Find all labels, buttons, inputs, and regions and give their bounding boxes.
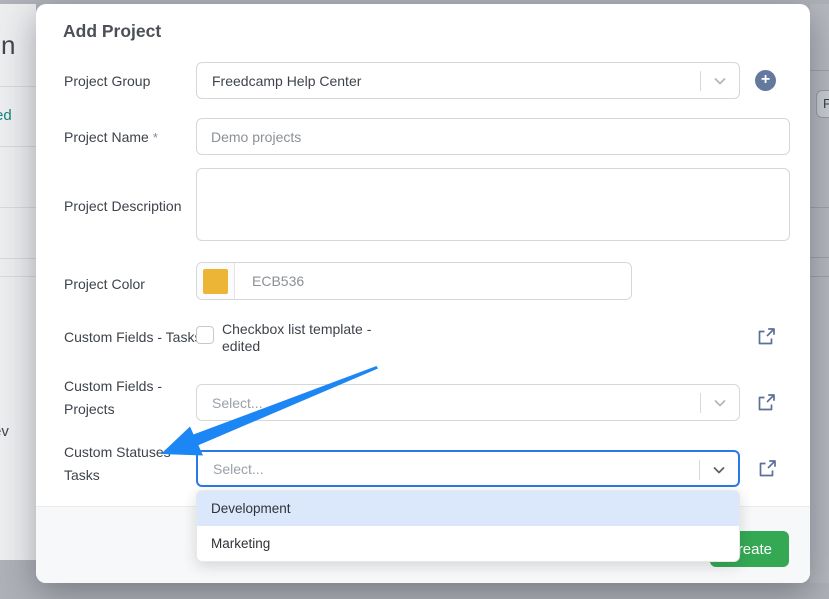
custom-statuses-dropdown: Development Marketing <box>196 490 740 562</box>
add-project-group-button[interactable]: + <box>755 70 776 91</box>
custom-statuses-tasks-external-link-icon[interactable] <box>757 459 777 479</box>
custom-fields-projects-label: Custom Fields - Projects <box>64 375 189 421</box>
background-heading-fragment: n <box>1 30 15 61</box>
plus-icon: + <box>761 72 770 88</box>
background-page-right: P <box>810 4 829 583</box>
custom-statuses-tasks-label: Custom Statuses - Tasks <box>64 441 204 487</box>
background-divider <box>810 70 829 71</box>
project-group-select[interactable]: Freedcamp Help Center <box>196 62 740 99</box>
project-color-value[interactable]: ECB536 <box>235 273 304 289</box>
project-description-label: Project Description <box>64 195 182 218</box>
project-description-textarea[interactable] <box>196 168 790 241</box>
background-divider <box>810 207 829 208</box>
background-button-fragment: P <box>816 90 829 118</box>
custom-fields-tasks-checkbox[interactable] <box>196 326 214 344</box>
dropdown-option-development[interactable]: Development <box>197 491 739 526</box>
color-swatch-cell[interactable] <box>197 263 235 299</box>
project-name-label: Project Name * <box>64 126 158 149</box>
custom-fields-projects-select[interactable]: Select... <box>196 384 740 421</box>
background-divider <box>810 276 829 277</box>
project-color-control: ECB536 <box>196 262 632 300</box>
chevron-down-icon <box>712 395 728 411</box>
select-divider <box>700 393 701 413</box>
custom-fields-tasks-checkbox-label[interactable]: Checkbox list template - edited <box>222 321 402 355</box>
project-name-input[interactable] <box>196 118 790 155</box>
custom-fields-projects-placeholder: Select... <box>212 395 263 411</box>
color-swatch <box>203 269 228 294</box>
chevron-down-icon <box>712 73 728 89</box>
required-asterisk: * <box>153 130 158 145</box>
background-divider <box>0 207 36 208</box>
background-divider <box>0 258 36 259</box>
background-divider <box>0 276 36 277</box>
project-group-value: Freedcamp Help Center <box>212 73 361 89</box>
project-name-label-text: Project Name <box>64 129 149 145</box>
add-project-modal: Add Project Project Group Freedcamp Help… <box>36 4 810 583</box>
dropdown-option-marketing[interactable]: Marketing <box>197 526 739 561</box>
select-divider <box>700 71 701 91</box>
custom-statuses-tasks-placeholder: Select... <box>213 461 264 477</box>
background-link-fragment: ed <box>0 107 12 124</box>
background-page-left: n ed ev <box>0 4 36 560</box>
chevron-down-icon <box>711 462 727 478</box>
project-group-label: Project Group <box>64 70 150 93</box>
modal-title: Add Project <box>63 21 161 42</box>
custom-statuses-tasks-select[interactable]: Select... <box>196 450 740 487</box>
project-color-label: Project Color <box>64 273 145 296</box>
select-divider <box>699 460 700 480</box>
background-divider <box>0 146 36 147</box>
background-text-fragment: ev <box>0 423 9 440</box>
custom-fields-projects-external-link-icon[interactable] <box>756 393 776 413</box>
custom-fields-tasks-external-link-icon[interactable] <box>756 327 776 347</box>
background-divider <box>0 86 36 87</box>
background-divider <box>810 257 829 258</box>
